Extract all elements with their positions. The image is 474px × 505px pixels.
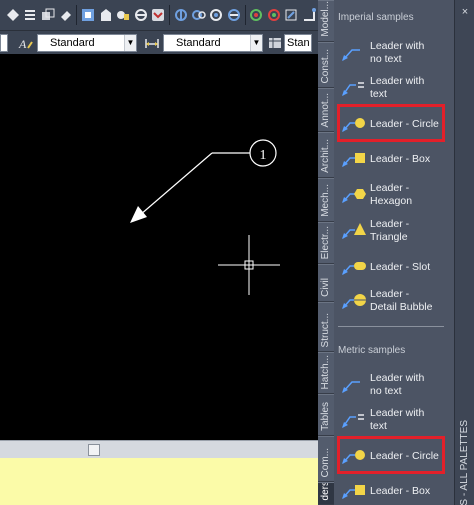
tool-metric-leader-with-text[interactable]: Leader with text (340, 407, 444, 433)
eraser-icon[interactable] (57, 3, 75, 27)
leader-no-text-icon (342, 49, 360, 61)
tab-hatches[interactable]: Hatch... (318, 352, 334, 394)
command-line[interactable] (0, 458, 318, 505)
chevron-down-icon[interactable]: ▼ (124, 34, 136, 51)
leader-detail-bubble-icon (342, 294, 366, 309)
tab-architectural[interactable]: Archit... (318, 132, 334, 178)
tool-leader-hexagon[interactable]: Leader - Hexagon (340, 182, 444, 208)
tool-metric-leader-box[interactable]: Leader - Box (340, 480, 444, 502)
table-style-value: Stan (287, 36, 310, 49)
tool-leader-box[interactable]: Leader - Box (340, 148, 444, 170)
close-icon[interactable]: × (459, 6, 471, 18)
tool-leader-no-text[interactable]: Leader with no text (340, 40, 444, 66)
tab-mechanical[interactable]: Mech... (318, 178, 334, 222)
tab-electrical[interactable]: Electr... (318, 222, 334, 264)
crosshair-cursor (218, 235, 280, 295)
layer-freeze-icon[interactable] (79, 3, 97, 27)
tab-modeling[interactable]: Model... (318, 0, 334, 42)
table-style-combo[interactable]: Stan (284, 33, 312, 52)
toolbar-separator (76, 5, 78, 25)
snap-target-icon[interactable] (247, 3, 265, 27)
horizontal-scrollbar[interactable] (0, 440, 318, 458)
tab-annotation[interactable]: Annot... (318, 88, 334, 132)
tool-leader-detail-bubble[interactable]: Leader - Detail Bubble (340, 288, 444, 314)
autocad-window: A Standard ▼ Standard ▼ Stan 1 Model... … (0, 0, 474, 505)
leader-no-text-icon (342, 381, 360, 393)
metric-section-header: Metric samples (338, 345, 406, 356)
object-snap-icon[interactable] (265, 3, 283, 27)
drawing-svg: 1 (130, 139, 280, 295)
tool-leader-circle[interactable]: Leader - Circle (340, 113, 444, 135)
tab-tables[interactable]: Tables (318, 394, 334, 436)
text-style-combo[interactable]: Standard ▼ (37, 33, 137, 52)
leader-circle-icon (342, 450, 365, 464)
tab-leaders[interactable]: ders (318, 482, 334, 505)
leader-hexagon-icon (342, 189, 366, 203)
layer-list-icon[interactable] (22, 3, 40, 27)
layer-delete-icon[interactable] (225, 3, 243, 27)
palette-title: S - ALL PALETTES (459, 420, 470, 505)
leader-with-text-icon (342, 82, 364, 96)
layer-state-icon[interactable] (150, 3, 168, 27)
svg-text:A: A (18, 37, 27, 50)
layer-merge-icon[interactable] (207, 3, 225, 27)
imperial-section-header: Imperial samples (338, 12, 414, 23)
layer-isolate-icon[interactable] (97, 3, 115, 27)
tool-metric-leader-circle[interactable]: Leader - Circle (340, 445, 444, 467)
leader-circle-icon (342, 118, 365, 132)
layer-off-icon[interactable] (132, 3, 150, 27)
tool-leader-with-text[interactable]: Leader with text (340, 75, 444, 101)
tracking-icon[interactable] (283, 3, 301, 27)
dim-style-combo[interactable]: Standard ▼ (163, 33, 263, 52)
balloon-number: 1 (260, 148, 267, 163)
palette-title-strip[interactable]: × S - ALL PALETTES (454, 0, 474, 505)
tab-structural[interactable]: Struct... (318, 302, 334, 352)
text-style-icon[interactable]: A (16, 31, 35, 55)
toolbar-styles: A Standard ▼ Standard ▼ Stan (0, 30, 318, 54)
leader-box-icon (342, 153, 365, 167)
leader-balloon[interactable]: 1 (130, 139, 277, 223)
leader-box-icon (342, 485, 365, 499)
toolbar-separator (169, 5, 171, 25)
chevron-down-icon[interactable]: ▼ (250, 34, 262, 51)
leader-triangle-icon (342, 223, 366, 239)
dim-style-value: Standard (176, 36, 221, 49)
tool-leader-slot[interactable]: Leader - Slot (340, 256, 444, 278)
polar-icon[interactable] (300, 3, 318, 27)
tool-leader-triangle[interactable]: Leader - Triangle (340, 218, 444, 244)
tool-metric-leader-no-text[interactable]: Leader with no text (340, 372, 444, 398)
leader-slot-icon (342, 262, 366, 275)
toolbar-standard (0, 0, 318, 30)
scroll-thumb[interactable] (88, 444, 100, 456)
toolbar-separator (244, 5, 246, 25)
layer-properties-icon[interactable] (4, 3, 22, 27)
tab-command-tools[interactable]: Com... (318, 436, 334, 482)
leader-line (139, 152, 213, 216)
layer-walk-icon[interactable] (172, 3, 190, 27)
dim-style-icon[interactable] (142, 31, 161, 55)
tab-civil[interactable]: Civil (318, 264, 334, 302)
layer-lock-icon[interactable] (114, 3, 132, 27)
tool-palette: Imperial samples Leader with no text Lead… (334, 0, 454, 505)
section-divider (338, 326, 444, 327)
table-style-icon[interactable] (265, 31, 284, 55)
tab-constraints[interactable]: Const... (318, 42, 334, 88)
palette-tabs: Model... Const... Annot... Archit... Mec… (318, 0, 334, 505)
layer-combo-edge[interactable] (0, 33, 8, 52)
layer-compare-icon[interactable] (190, 3, 208, 27)
leader-with-text-icon (342, 414, 364, 428)
text-style-value: Standard (50, 36, 95, 49)
drawing-canvas[interactable]: 1 (0, 55, 318, 440)
layer-match-icon[interactable] (39, 3, 57, 27)
leader-arrowhead (130, 206, 147, 223)
